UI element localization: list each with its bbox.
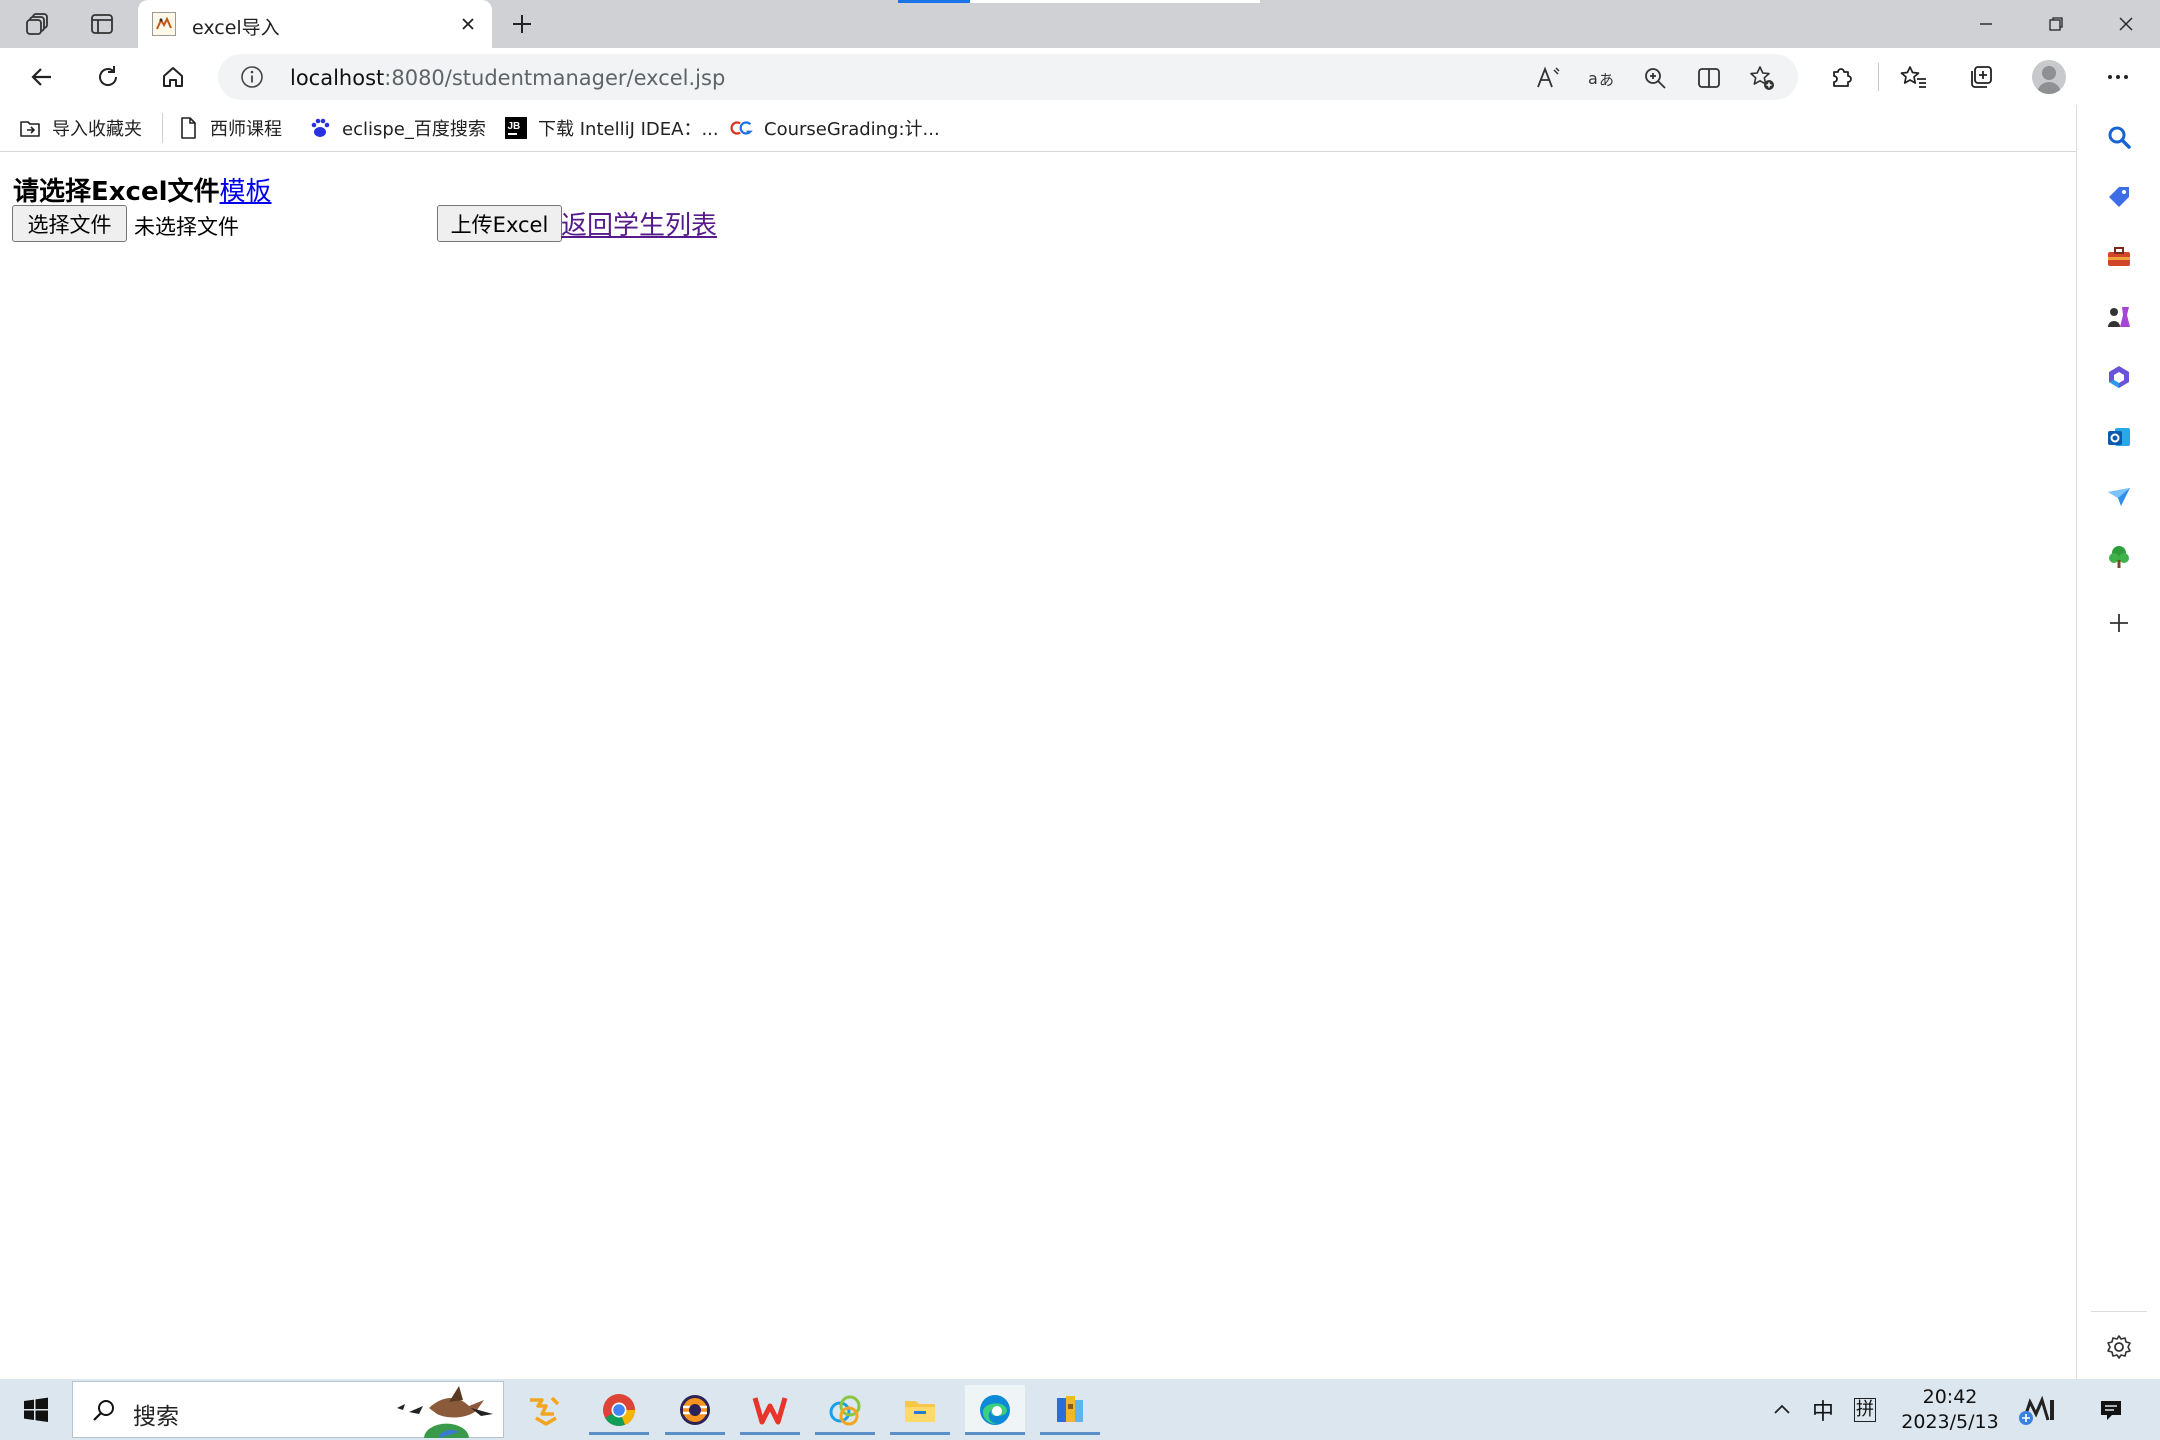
close-tab-icon[interactable] [456, 12, 480, 36]
loading-indicator [898, 0, 970, 3]
favorite-eclipse-label: eclispe_百度搜索 [342, 119, 486, 140]
edge-sidebar [2076, 105, 2160, 1379]
read-aloud-icon[interactable] [1533, 63, 1563, 93]
taskbar-clock[interactable]: 20:42 2023/5/13 [1890, 1385, 2010, 1435]
favorite-intellij-download[interactable]: JB 下载 IntelliJ IDEA：... [504, 113, 719, 143]
ime-mode-indicator[interactable]: 拼 [1850, 1379, 1880, 1440]
workspaces-icon[interactable] [16, 6, 60, 42]
favorite-xishi-course[interactable]: 西师课程 [176, 113, 282, 143]
sidebar-add-icon[interactable] [2099, 603, 2139, 643]
new-tab-icon[interactable] [500, 6, 544, 42]
taskbar-edge-icon[interactable] [965, 1385, 1025, 1435]
zoom-icon[interactable] [1640, 63, 1670, 93]
taskbar-file-explorer-icon[interactable] [890, 1385, 950, 1435]
favorite-coursegrading[interactable]: CourseGrading:计... [730, 113, 940, 143]
sidebar-tools-icon[interactable] [2099, 237, 2139, 277]
baidu-paw-icon [308, 116, 332, 140]
taskbar-chrome-icon[interactable] [589, 1385, 649, 1435]
site-info-icon[interactable] [240, 65, 264, 89]
url-text[interactable]: localhost:8080/studentmanager/excel.jsp [290, 66, 725, 90]
favorites-separator [162, 113, 163, 143]
tab-excel-import[interactable]: excel导入 [138, 0, 492, 48]
restore-icon[interactable] [2022, 0, 2090, 48]
page-heading: 请选择Excel文件模板 [13, 171, 272, 208]
favorite-intellij-label: 下载 IntelliJ IDEA：... [538, 119, 719, 140]
favorite-import-label: 导入收藏夹 [52, 119, 142, 140]
show-hidden-icons-icon[interactable] [1768, 1379, 1796, 1440]
upload-excel-button[interactable]: 上传Excel [437, 205, 562, 242]
minimize-icon[interactable] [1952, 0, 2020, 48]
ime-language-indicator[interactable]: 中 [1808, 1379, 1838, 1440]
favorite-xishi-label: 西师课程 [210, 119, 282, 140]
refresh-icon[interactable] [86, 56, 130, 98]
svg-text:a: a [1588, 69, 1598, 88]
windows-start-icon[interactable] [14, 1393, 58, 1427]
home-icon[interactable] [151, 56, 195, 98]
jetbrains-icon: JB [504, 116, 528, 140]
search-highlight-birds-icon [397, 1386, 493, 1438]
taskbar-mindmap-icon[interactable] [815, 1385, 875, 1435]
page-content: 请选择Excel文件模板 选择文件 未选择文件 上传Excel 返回学生列表 [0, 153, 2076, 1379]
sidebar-search-icon[interactable] [2099, 117, 2139, 157]
sidebar-microsoft365-icon[interactable] [2099, 357, 2139, 397]
ime-mode-text: 拼 [1854, 1397, 1876, 1422]
search-placeholder: 搜索 [133, 1404, 179, 1430]
sidebar-divider [2091, 1311, 2147, 1312]
loading-track [970, 0, 1260, 3]
sidebar-games-icon[interactable] [2099, 297, 2139, 337]
extensions-icon[interactable] [1819, 56, 1863, 98]
close-window-icon[interactable] [2092, 0, 2160, 48]
clock-time: 20:42 [1922, 1386, 1978, 1408]
toolbar-divider [1878, 63, 1879, 91]
tab-title: excel导入 [192, 17, 280, 39]
add-favorite-icon[interactable] [1747, 63, 1777, 93]
url-path: :8080/studentmanager/excel.jsp [384, 66, 726, 90]
profile-avatar[interactable] [2032, 60, 2066, 94]
taskbar-sketch-app-icon[interactable] [514, 1385, 574, 1435]
page-icon [176, 116, 200, 140]
tab-strip: excel导入 [0, 0, 2160, 48]
favorite-eclipse-baidu[interactable]: eclispe_百度搜索 [308, 113, 486, 143]
choose-file-button[interactable]: 选择文件 [12, 205, 127, 242]
back-to-student-list-link[interactable]: 返回学生列表 [561, 205, 717, 242]
more-menu-icon[interactable] [2096, 56, 2140, 98]
url-host: localhost [290, 66, 385, 90]
favorite-coursegrading-label: CourseGrading:计... [764, 119, 940, 140]
browser-window: excel导入 localhost:8080/studentmanager/ex… [0, 0, 2160, 1440]
heading-text: 请选择Excel文件 [13, 177, 220, 207]
favorites-bar: 导入收藏夹 西师课程 eclispe_百度搜索 JB 下载 IntelliJ I… [0, 105, 2076, 152]
svg-text:JB: JB [508, 121, 521, 132]
tray-app-icon[interactable] [2012, 1379, 2062, 1440]
back-arrow-icon[interactable] [20, 56, 64, 98]
taskbar-search-box[interactable]: 搜索 [72, 1381, 504, 1438]
search-icon [89, 1396, 119, 1426]
clock-date: 2023/5/13 [1901, 1411, 1999, 1433]
favorite-import[interactable]: 导入收藏夹 [18, 113, 142, 143]
tomcat-favicon-icon [152, 12, 176, 36]
split-screen-icon[interactable] [1694, 63, 1724, 93]
file-status-text: 未选择文件 [134, 215, 239, 239]
import-favorites-icon [18, 116, 42, 140]
taskbar-eclipse-icon[interactable] [665, 1385, 725, 1435]
sidebar-send-icon[interactable] [2099, 477, 2139, 517]
sidebar-tree-icon[interactable] [2099, 537, 2139, 577]
translate-icon[interactable]: aあ [1586, 63, 1616, 93]
coursegrading-icon [730, 116, 754, 140]
sidebar-outlook-icon[interactable] [2099, 417, 2139, 457]
taskbar-wps-icon[interactable] [740, 1385, 800, 1435]
svg-text:あ: あ [1599, 71, 1614, 89]
sidebar-settings-icon[interactable] [2099, 1327, 2139, 1367]
taskbar-archive-icon[interactable] [1040, 1385, 1100, 1435]
sidebar-shopping-tag-icon[interactable] [2099, 177, 2139, 217]
address-bar[interactable]: localhost:8080/studentmanager/excel.jsp … [218, 54, 1798, 100]
favorites-icon[interactable] [1892, 56, 1936, 98]
template-link[interactable]: 模板 [220, 177, 272, 207]
windows-taskbar: 搜索 中 拼 20:42 2023/5/13 [0, 1379, 2160, 1440]
notification-center-icon[interactable] [2092, 1379, 2130, 1440]
collections-icon[interactable] [1959, 56, 2003, 98]
navigation-toolbar: localhost:8080/studentmanager/excel.jsp … [0, 48, 2160, 105]
vertical-tabs-icon[interactable] [80, 6, 124, 42]
